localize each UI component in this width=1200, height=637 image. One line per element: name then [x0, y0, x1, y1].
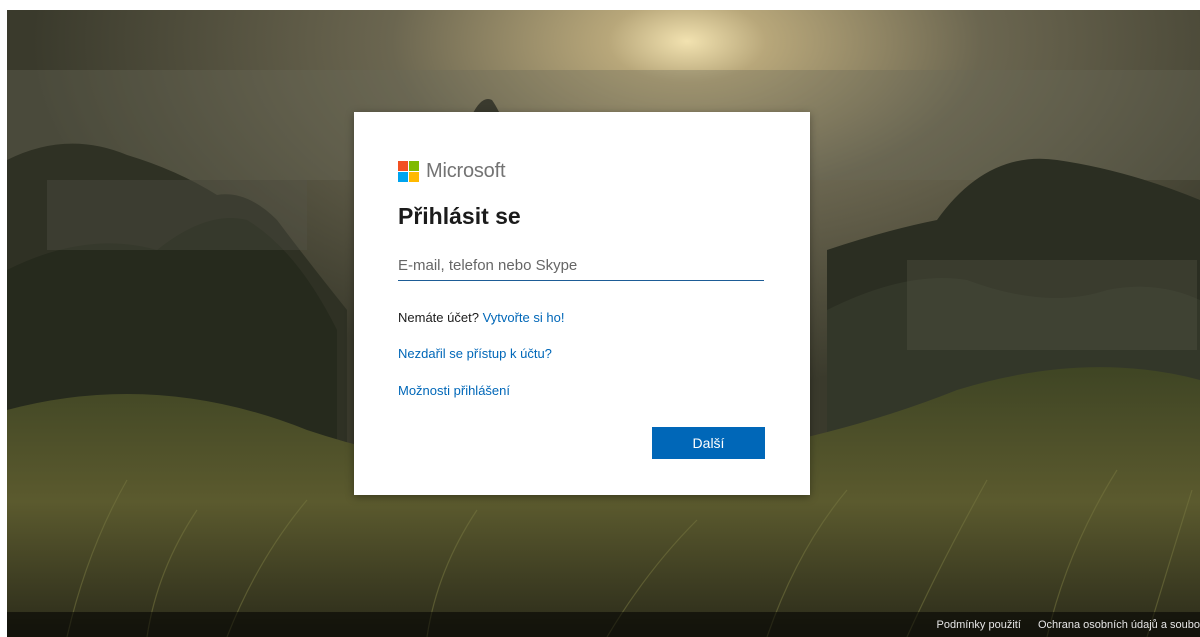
signin-options-link[interactable]: Možnosti přihlášení: [398, 383, 510, 398]
cant-access-account-link[interactable]: Nezdařil se přístup k účtu?: [398, 346, 552, 361]
privacy-link[interactable]: Ochrana osobních údajů a soubo: [1038, 619, 1200, 631]
signin-card: Microsoft Přihlásit se Nemáte účet? Vytv…: [354, 112, 810, 495]
next-button[interactable]: Další: [652, 427, 765, 459]
no-account-row: Nemáte účet? Vytvořte si ho!: [398, 310, 564, 325]
no-account-text: Nemáte účet?: [398, 310, 479, 325]
footer-bar: Podmínky použití Ochrana osobních údajů …: [7, 612, 1200, 637]
page-title: Přihlásit se: [398, 203, 521, 229]
microsoft-logo-icon: [398, 160, 419, 182]
brand-logo-row: Microsoft: [398, 159, 506, 182]
terms-of-use-link[interactable]: Podmínky použití: [937, 619, 1021, 631]
email-input[interactable]: [398, 250, 764, 281]
footer-links: Podmínky použití Ochrana osobních údajů …: [923, 619, 1200, 631]
brand-wordmark: Microsoft: [426, 159, 506, 182]
create-account-link[interactable]: Vytvořte si ho!: [483, 310, 565, 325]
